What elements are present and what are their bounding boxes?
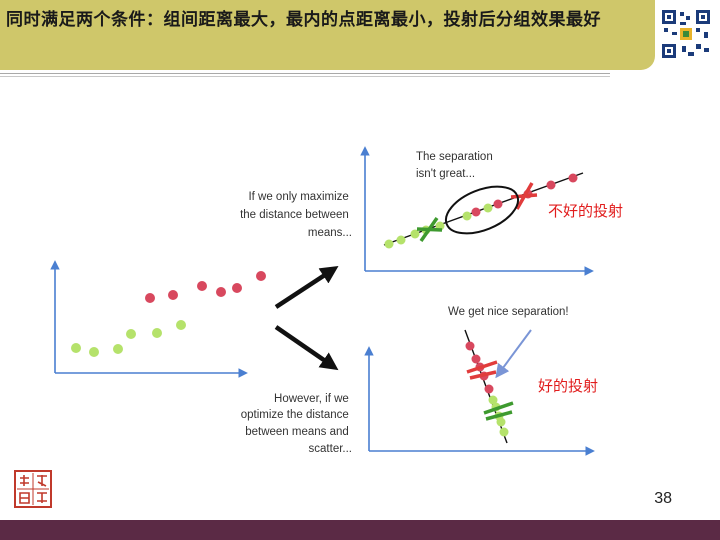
transition-arrows [274,266,339,371]
nice-separation-note: We get nice separation! [448,306,569,318]
page-number: 38 [654,490,672,507]
lda-projection-figure: If we only maximize the distance between… [50,146,623,456]
however-note: However, if we optimize the distance bet… [241,393,352,455]
good-projection-label: 好的投射 [538,377,598,395]
red-class-points [145,271,266,303]
seal-logo-icon [14,470,52,508]
footer-bar [0,520,720,540]
separation-note: The separation isn't great... [416,151,496,180]
left-scatter-panel [50,260,266,378]
green-class-points [71,320,186,357]
maximize-note: If we only maximize the distance between… [240,191,352,239]
bad-projection-label: 不好的投射 [548,202,623,220]
